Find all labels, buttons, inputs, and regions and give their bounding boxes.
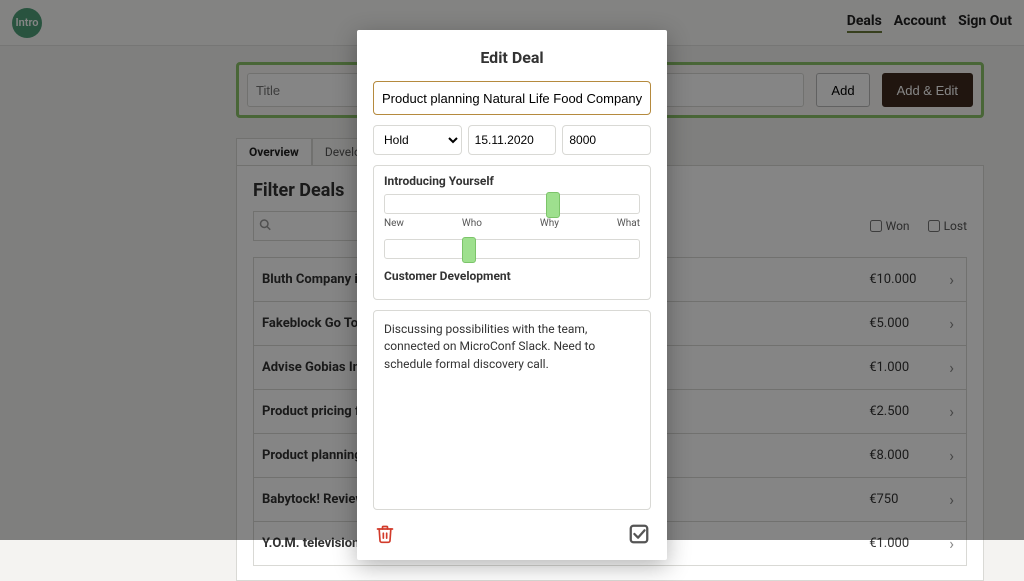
- custdev-slider[interactable]: [384, 239, 640, 259]
- modal-title: Edit Deal: [373, 48, 651, 67]
- tick-why: Why: [540, 218, 559, 229]
- date-input[interactable]: [468, 125, 557, 155]
- slider-group: Introducing Yourself New Who Why What Cu…: [373, 165, 651, 300]
- trash-icon: [375, 523, 395, 545]
- modal-actions: [373, 520, 651, 546]
- notes-textarea[interactable]: [373, 310, 651, 510]
- slider1-label: Introducing Yourself: [384, 174, 640, 188]
- delete-button[interactable]: [373, 522, 397, 546]
- deal-title-input[interactable]: [373, 81, 651, 115]
- stage-select[interactable]: HoldActiveWonLost: [373, 125, 462, 155]
- modal-overlay[interactable]: Edit Deal HoldActiveWonLost Introducing …: [0, 0, 1024, 540]
- amount-input[interactable]: [562, 125, 651, 155]
- tick-new: New: [384, 218, 404, 229]
- custdev-slider-handle[interactable]: [462, 237, 476, 263]
- slider2-label: Customer Development: [384, 269, 640, 283]
- modal-meta-row: HoldActiveWonLost: [373, 125, 651, 155]
- slider-ticks: New Who Why What: [384, 218, 640, 229]
- tick-who: Who: [462, 218, 482, 229]
- intro-slider-handle[interactable]: [546, 192, 560, 218]
- intro-slider[interactable]: [384, 194, 640, 214]
- tick-what: What: [617, 218, 640, 229]
- check-icon: [628, 523, 650, 545]
- confirm-button[interactable]: [627, 522, 651, 546]
- edit-deal-modal: Edit Deal HoldActiveWonLost Introducing …: [357, 30, 667, 560]
